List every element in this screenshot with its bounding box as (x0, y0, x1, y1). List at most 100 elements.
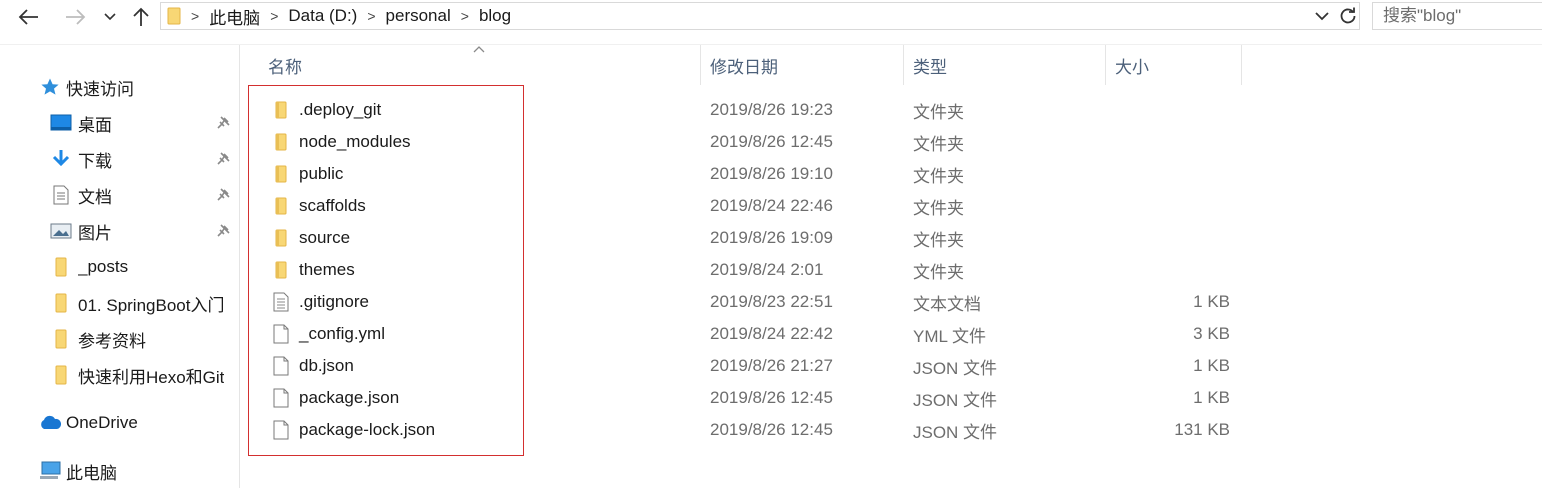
file-name: package.json (299, 388, 400, 407)
file-date: 2019/8/24 22:46 (710, 196, 833, 215)
file-name: source (299, 228, 351, 247)
folder-icon (50, 256, 72, 278)
folder-icon (50, 328, 72, 350)
file-type: 文件夹 (913, 102, 964, 122)
column-header-name[interactable]: 名称 (257, 45, 700, 85)
forward-button[interactable] (60, 4, 90, 30)
nav-onedrive[interactable]: OneDrive (38, 408, 138, 438)
search-input[interactable] (1372, 2, 1542, 30)
folder-icon (50, 292, 72, 314)
folder-icon (270, 126, 292, 158)
file-date: 2019/8/26 12:45 (710, 420, 833, 439)
recent-locations-button[interactable] (100, 4, 120, 30)
star-icon (40, 76, 60, 98)
address-bar[interactable]: > 此电脑 > Data (D:) > personal > blog (160, 2, 1360, 30)
nav-item-documents[interactable]: 文档 (50, 180, 112, 210)
address-history-button[interactable] (1310, 4, 1334, 28)
desktop-icon (50, 112, 72, 134)
file-date: 2019/8/26 19:09 (710, 228, 833, 247)
column-header-type[interactable]: 类型 (904, 45, 1105, 85)
document-icon (50, 184, 72, 206)
file-date: 2019/8/24 2:01 (710, 260, 824, 279)
pin-icon[interactable] (214, 114, 232, 132)
column-header-date[interactable]: 修改日期 (701, 45, 903, 85)
file-date: 2019/8/26 19:23 (710, 100, 833, 119)
file-row[interactable]: db.json 2019/8/26 21:27 JSON 文件 1 KB (248, 350, 1248, 382)
forward-arrow-icon (66, 9, 86, 25)
computer-icon (38, 460, 62, 482)
back-button[interactable] (14, 4, 44, 30)
file-row[interactable]: .deploy_git 2019/8/26 19:23 文件夹 (248, 94, 1248, 126)
folder-icon (270, 190, 292, 222)
nav-label: OneDrive (66, 413, 138, 432)
file-name: package-lock.json (299, 420, 436, 439)
file-size: 131 KB (1174, 420, 1230, 439)
nav-item-springboot[interactable]: 01. SpringBoot入门 (50, 288, 239, 318)
cloud-icon (38, 412, 62, 434)
nav-label: 下载 (78, 151, 112, 171)
file-type: 文件夹 (913, 134, 964, 154)
nav-label: 此电脑 (66, 463, 117, 483)
file-name: themes (299, 260, 355, 279)
file-row[interactable]: .gitignore 2019/8/23 22:51 文本文档 1 KB (248, 286, 1248, 318)
nav-label: 01. SpringBoot入门 (78, 295, 225, 315)
file-row[interactable]: package.json 2019/8/26 12:45 JSON 文件 1 KB (248, 382, 1248, 414)
file-row[interactable]: scaffolds 2019/8/24 22:46 文件夹 (248, 190, 1248, 222)
breadcrumb-data-drive[interactable]: Data (D:) (288, 6, 357, 26)
refresh-icon (1340, 7, 1356, 24)
breadcrumb-blog[interactable]: blog (479, 6, 511, 26)
nav-item-posts[interactable]: _posts (50, 252, 239, 282)
folder-icon (167, 6, 181, 26)
column-header-label: 类型 (913, 57, 947, 77)
navigation-pane-divider[interactable] (239, 45, 240, 488)
file-type: JSON 文件 (913, 422, 998, 442)
file-type: JSON 文件 (913, 358, 998, 378)
breadcrumb-this-pc[interactable]: 此电脑 (209, 4, 260, 29)
file-type: 文本文档 (913, 294, 981, 314)
up-button[interactable] (128, 4, 154, 30)
file-row[interactable]: node_modules 2019/8/26 12:45 文件夹 (248, 126, 1248, 158)
breadcrumb-personal[interactable]: personal (386, 6, 451, 26)
file-icon (270, 350, 292, 382)
file-type: 文件夹 (913, 166, 964, 186)
nav-item-hexo-git[interactable]: 快速利用Hexo和Git (50, 360, 239, 390)
file-size (1118, 158, 1230, 190)
pin-icon[interactable] (214, 186, 232, 204)
pin-icon[interactable] (214, 150, 232, 168)
folder-icon (270, 158, 292, 190)
file-type: JSON 文件 (913, 390, 998, 410)
up-arrow-icon (133, 7, 149, 26)
column-header-label: 修改日期 (710, 57, 778, 77)
file-date: 2019/8/26 21:27 (710, 356, 833, 375)
pin-icon[interactable] (214, 222, 232, 240)
text-file-icon (270, 286, 292, 318)
file-row[interactable]: source 2019/8/26 19:09 文件夹 (248, 222, 1248, 254)
file-row[interactable]: themes 2019/8/24 2:01 文件夹 (248, 254, 1248, 286)
file-type: 文件夹 (913, 198, 964, 218)
file-date: 2019/8/26 12:45 (710, 388, 833, 407)
refresh-button[interactable] (1336, 4, 1360, 28)
file-name: db.json (299, 356, 354, 375)
file-date: 2019/8/24 22:42 (710, 324, 833, 343)
file-icon (270, 382, 292, 414)
file-row[interactable]: _config.yml 2019/8/24 22:42 YML 文件 3 KB (248, 318, 1248, 350)
file-date: 2019/8/26 19:10 (710, 164, 833, 183)
folder-icon (270, 254, 292, 286)
nav-quick-access[interactable]: 快速访问 (40, 72, 134, 102)
file-row[interactable]: package-lock.json 2019/8/26 12:45 JSON 文件 1… (248, 414, 1248, 446)
file-row[interactable]: public 2019/8/26 19:10 文件夹 (248, 158, 1248, 190)
file-size: 1 KB (1193, 388, 1230, 407)
nav-item-downloads[interactable]: 下载 (50, 144, 112, 174)
column-header-size[interactable]: 大小 (1106, 45, 1241, 85)
nav-item-pictures[interactable]: 图片 (50, 216, 112, 246)
file-size (1118, 126, 1230, 158)
column-resize-handle[interactable] (1241, 45, 1242, 85)
nav-this-pc[interactable]: 此电脑 (38, 456, 117, 486)
file-type: 文件夹 (913, 230, 964, 250)
nav-label: 文档 (78, 187, 112, 207)
nav-item-references[interactable]: 参考资料 (50, 324, 239, 354)
nav-item-desktop[interactable]: 桌面 (50, 108, 112, 138)
folder-icon (270, 222, 292, 254)
file-size (1118, 254, 1230, 286)
file-size (1118, 222, 1230, 254)
